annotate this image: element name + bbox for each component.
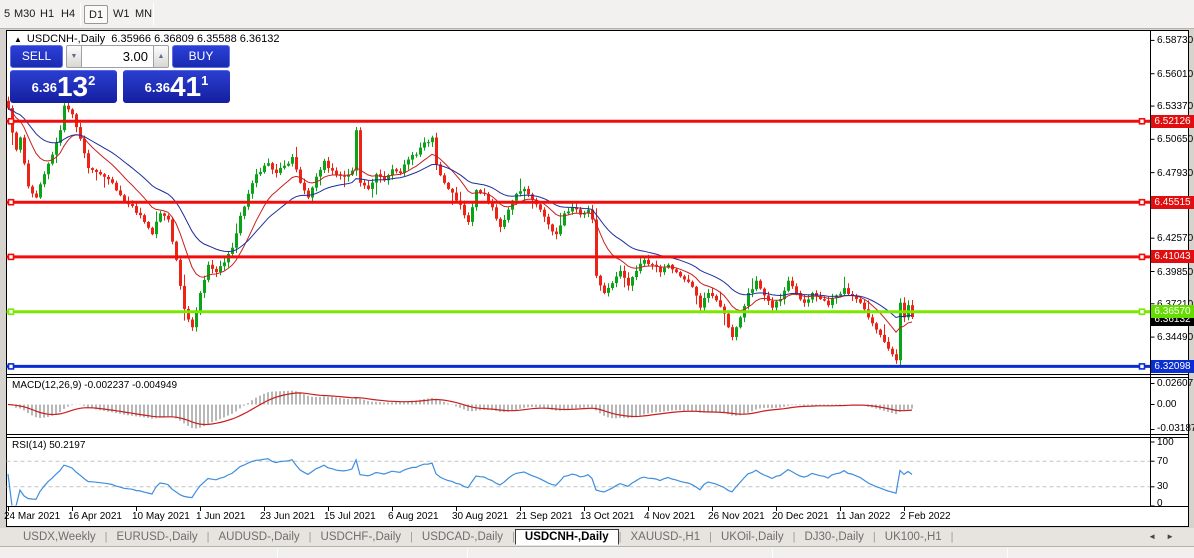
chart-window-frame [7,31,1189,527]
date-label: 20 Dec 2021 [772,511,829,522]
sell-button[interactable]: SELL [10,45,63,68]
line-handle-right[interactable] [1140,200,1145,205]
indicator-axis-label: 0.02607 [1157,378,1193,389]
date-label: 15 Jul 2021 [324,511,376,522]
volume-decrease-button[interactable]: ▼ [66,45,82,68]
price-tick-6.53370: 6.53370 [1157,101,1193,112]
chart-tab-bar: USDX,Weekly|EURUSD-,Daily|AUDUSD-,Daily|… [0,528,1194,546]
macd-values: -0.002237 -0.004949 [84,380,177,391]
date-label: 2 Feb 2022 [900,511,951,522]
price-tick-6.39850: 6.39850 [1157,267,1193,278]
price-badge-6.45515: 6.45515 [1151,196,1194,209]
chart-tab-dj30-daily[interactable]: DJ30-,Daily [795,531,872,543]
buy-button[interactable]: BUY [172,45,230,68]
chart-tab-uk100-h1[interactable]: UK100-,H1 [876,531,951,543]
date-label: 1 Jun 2021 [196,511,246,522]
line-handle-left[interactable] [9,200,14,205]
date-label: 6 Aug 2021 [388,511,439,522]
line-handle-left[interactable] [9,309,14,314]
line-handle-right[interactable] [1140,309,1145,314]
tab-scroll-arrows: ◄► [1148,532,1184,541]
price-badge-6.32098: 6.32098 [1151,360,1194,373]
line-handle-left[interactable] [9,254,14,259]
sell-price-point: 2 [88,73,95,88]
date-label: 4 Nov 2021 [644,511,695,522]
status-bar [0,546,1194,558]
indicator-axis-label: 0 [1157,498,1163,509]
date-label: 10 May 2021 [132,511,190,522]
indicator-axis-label: 30 [1157,481,1168,492]
tab-scroll-left-icon[interactable]: ◄ [1148,532,1166,541]
macd-label: MACD(12,26,9) -0.002237 -0.004949 [12,380,177,391]
price-tick-6.42570: 6.42570 [1157,233,1193,244]
price-badge-6.41043: 6.41043 [1151,250,1194,263]
line-handle-right[interactable] [1140,119,1145,124]
chart-tab-usdcad-daily[interactable]: USDCAD-,Daily [413,531,512,543]
date-label: 16 Apr 2021 [68,511,122,522]
volume-input[interactable] [82,45,153,68]
line-handle-left[interactable] [9,119,14,124]
price-tick-6.34490: 6.34490 [1157,332,1193,343]
triangle-down-icon: ▼ [71,53,78,60]
chart-tab-usdcnh-daily[interactable]: USDCNH-,Daily [515,529,619,545]
line-handle-right[interactable] [1140,364,1145,369]
buy-price-base: 6.36 [145,80,170,95]
price-badge-6.36570: 6.36570 [1151,305,1194,318]
date-label: 30 Aug 2021 [452,511,508,522]
tab-separator: | [951,531,954,543]
line-handle-left[interactable] [9,364,14,369]
sell-price-display[interactable]: 6.36132 [10,70,117,103]
collapse-panel-icon[interactable]: ▲ [14,35,22,44]
chart-tab-eurusd-daily[interactable]: EURUSD-,Daily [108,531,207,543]
price-tick-6.56010: 6.56010 [1157,69,1193,80]
date-label: 13 Oct 2021 [580,511,634,522]
indicator-axis-label: 70 [1157,456,1168,467]
date-label: 21 Sep 2021 [516,511,573,522]
chart-tab-usdchf-daily[interactable]: USDCHF-,Daily [312,531,411,543]
one-click-trading-panel: SELL ▼ ▲ BUY 6.36132 6.36411 [10,45,230,103]
rsi-label: RSI(14) 50.2197 [12,440,85,451]
sell-price-pips: 13 [57,71,88,102]
date-label: 24 Mar 2021 [4,511,60,522]
buy-price-point: 1 [201,73,208,88]
chart-tab-xauusd-h1[interactable]: XAUUSD-,H1 [621,531,709,543]
buy-price-display[interactable]: 6.36411 [123,70,230,103]
chart-tab-audusd-daily[interactable]: AUDUSD-,Daily [210,531,309,543]
macd-name: MACD(12,26,9) [12,380,81,391]
date-label: 26 Nov 2021 [708,511,765,522]
indicator-axis-label: -0.031872 [1157,423,1194,434]
ohlc-quote-label: 6.35966 6.36809 6.35588 6.36132 [111,33,279,45]
price-tick-6.58730: 6.58730 [1157,35,1193,46]
price-tick-6.47930: 6.47930 [1157,168,1193,179]
volume-increase-button[interactable]: ▲ [153,45,169,68]
triangle-up-icon: ▲ [158,53,165,60]
chart-tab-usdx-weekly[interactable]: USDX,Weekly [14,531,105,543]
symbol-timeframe-label: USDCNH-,Daily [27,33,105,45]
price-badge-6.52126: 6.52126 [1151,115,1194,128]
statusbar-separator [467,548,468,558]
statusbar-separator [277,548,278,558]
buy-price-pips: 41 [170,71,201,102]
price-tick-6.50650: 6.50650 [1157,134,1193,145]
chart-title: ▲ USDCNH-,Daily 6.35966 6.36809 6.35588 6… [14,33,280,45]
tab-scroll-right-icon[interactable]: ► [1166,532,1184,541]
line-handle-right[interactable] [1140,254,1145,259]
indicator-axis-label: 0.00 [1157,399,1176,410]
sell-price-base: 6.36 [32,80,57,95]
chart-tab-ukoil-daily[interactable]: UKOil-,Daily [712,531,793,543]
statusbar-separator [1007,548,1008,558]
rsi-value: 50.2197 [49,440,85,451]
date-label: 11 Jan 2022 [836,511,890,522]
indicator-axis-label: 100 [1157,437,1174,448]
rsi-name: RSI(14) [12,440,46,451]
date-label: 23 Jun 2021 [260,511,315,522]
statusbar-separator [772,548,773,558]
